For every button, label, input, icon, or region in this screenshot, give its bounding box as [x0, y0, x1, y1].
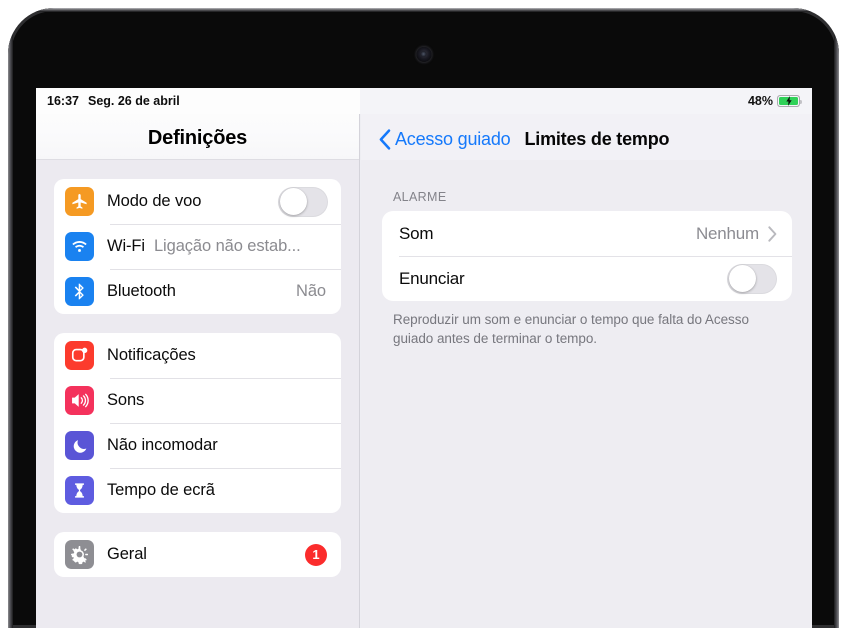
section-header-alarme: ALARME: [393, 190, 447, 204]
sidebar-item-general[interactable]: Geral 1: [54, 532, 341, 577]
sidebar-group-alerts: Notificações Sons Não incomodar Tempo de…: [54, 333, 341, 513]
device-frame-left-edge: [8, 8, 13, 628]
row-label: Enunciar: [399, 268, 465, 288]
sidebar-item-airplane-mode[interactable]: Modo de voo: [54, 179, 341, 224]
ipad-screen: 16:37 Seg. 26 de abril 48% Definições Mo…: [36, 88, 812, 628]
back-button-label: Acesso guiado: [395, 129, 511, 149]
sidebar-item-label: Wi-Fi: [107, 237, 145, 255]
sidebar-item-sounds[interactable]: Sons: [54, 378, 341, 423]
settings-sidebar: Definições Modo de voo Wi-Fi Ligação não…: [36, 88, 360, 628]
battery-percent-label: 48%: [747, 94, 773, 108]
status-badge: 1: [305, 543, 327, 566]
battery-charging-icon: [777, 95, 803, 107]
sidebar-item-do-not-disturb[interactable]: Não incomodar: [54, 423, 341, 468]
row-som[interactable]: Som Nenhum: [382, 211, 792, 256]
device-frame-top-edge: [8, 8, 839, 12]
sidebar-item-notifications[interactable]: Notificações: [54, 333, 341, 378]
notifications-icon: [65, 341, 94, 370]
gear-icon: [65, 540, 94, 569]
sidebar-item-label: Tempo de ecrã: [107, 481, 215, 499]
sidebar-item-label: Não incomodar: [107, 436, 218, 454]
bluetooth-status-value: Não: [296, 282, 326, 300]
speaker-icon: [65, 386, 94, 415]
charging-bolt-icon: [785, 96, 792, 106]
back-button[interactable]: Acesso guiado: [379, 129, 511, 150]
sidebar-group-connectivity: Modo de voo Wi-Fi Ligação não estab... B…: [54, 179, 341, 314]
chevron-left-icon: [379, 129, 391, 150]
status-bar-left: 16:37 Seg. 26 de abril: [36, 88, 360, 114]
ipad-device-frame: 16:37 Seg. 26 de abril 48% Definições Mo…: [8, 8, 839, 628]
sidebar-item-wifi[interactable]: Wi-Fi Ligação não estab...: [54, 224, 341, 269]
detail-pane: Acesso guiado Limites de tempo ALARME So…: [361, 88, 812, 628]
sidebar-item-bluetooth[interactable]: Bluetooth Não: [54, 269, 341, 314]
status-bar-time: 16:37: [47, 94, 79, 108]
airplane-icon: [65, 187, 94, 216]
status-bar: 16:37 Seg. 26 de abril 48%: [36, 88, 812, 114]
alarm-settings-card: Som Nenhum Enunciar: [382, 211, 792, 301]
airplane-mode-toggle[interactable]: [278, 186, 328, 217]
detail-title: Limites de tempo: [524, 129, 670, 149]
moon-icon: [65, 431, 94, 460]
front-camera: [416, 47, 431, 62]
sidebar-scroll-area[interactable]: Modo de voo Wi-Fi Ligação não estab... B…: [36, 160, 359, 628]
sidebar-group-system: Geral 1: [54, 532, 341, 577]
row-value: Nenhum: [695, 223, 759, 243]
status-bar-right: 48%: [360, 88, 812, 114]
row-enunciar[interactable]: Enunciar: [382, 256, 792, 301]
wifi-status-value: Ligação não estab...: [153, 237, 301, 255]
sidebar-item-label: Bluetooth: [107, 282, 176, 300]
sidebar-item-screen-time[interactable]: Tempo de ecrã: [54, 468, 341, 513]
row-label: Som: [399, 223, 434, 243]
sidebar-item-label: Modo de voo: [107, 192, 202, 210]
chevron-right-icon: [768, 225, 777, 242]
bluetooth-icon: [65, 277, 94, 306]
page-title: Definições: [147, 127, 248, 149]
sidebar-item-label: Geral: [107, 545, 147, 563]
enunciar-toggle[interactable]: [727, 263, 777, 294]
hourglass-icon: [65, 476, 94, 505]
sidebar-item-label: Notificações: [107, 346, 196, 364]
status-bar-date: Seg. 26 de abril: [87, 94, 180, 108]
sidebar-item-label: Sons: [107, 391, 145, 409]
device-frame-right-edge: [834, 8, 839, 628]
wifi-icon: [65, 232, 94, 261]
footer-note: Reproduzir um som e enunciar o tempo que…: [393, 312, 749, 346]
